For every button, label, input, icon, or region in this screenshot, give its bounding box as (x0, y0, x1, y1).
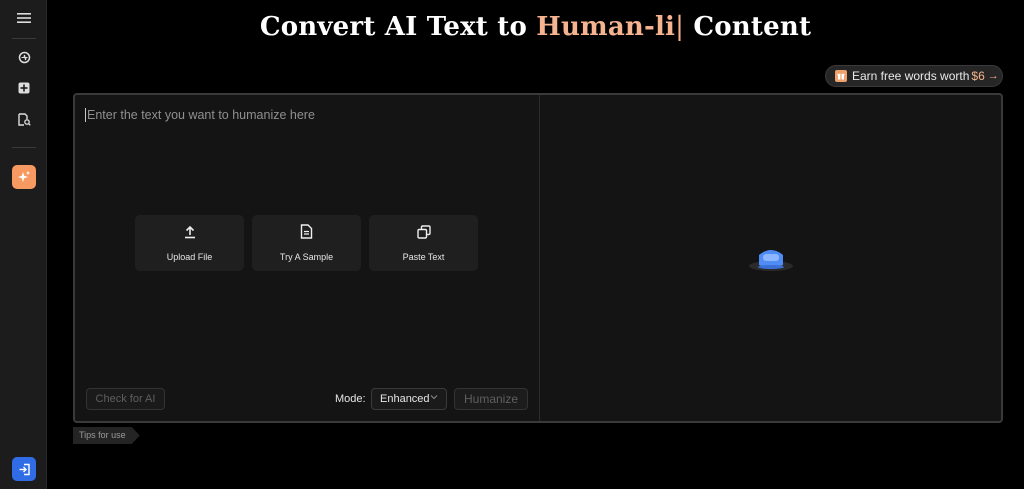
mode-select[interactable]: Enhanced (371, 388, 447, 410)
title-suffix: Content (684, 12, 812, 42)
earn-free-words-button[interactable]: Earn free words worth $6 → (825, 65, 1003, 87)
text-input[interactable]: Enter the text you want to humanize here (85, 108, 315, 122)
upload-file-button[interactable]: Upload File (135, 215, 244, 271)
try-sample-label: Try A Sample (279, 252, 334, 262)
sidebar (0, 0, 47, 489)
earn-text: Earn free words worth (852, 69, 970, 83)
document-search-icon[interactable] (12, 107, 36, 131)
page-title: Convert AI Text to Human-li| Content (47, 12, 1024, 42)
chevron-down-icon (430, 393, 438, 403)
gift-icon (835, 70, 847, 82)
title-accent: Human-li (536, 12, 676, 42)
check-for-ai-button[interactable]: Check for AI (86, 388, 165, 410)
title-cursor: | (675, 12, 685, 42)
paste-text-button[interactable]: Paste Text (369, 215, 478, 271)
title-prefix: Convert AI Text to (259, 12, 537, 42)
paste-text-label: Paste Text (402, 251, 445, 262)
mode-value: Enhanced (380, 393, 430, 405)
add-icon[interactable] (12, 76, 36, 100)
mode-label: Mode: (335, 393, 366, 405)
copy-icon (416, 224, 431, 244)
menu-icon[interactable] (12, 6, 36, 30)
robot-mascot-icon (747, 243, 795, 278)
login-icon[interactable] (12, 457, 36, 481)
humanizer-panel: Enter the text you want to humanize here… (73, 93, 1003, 423)
humanize-button[interactable]: Humanize (454, 388, 528, 410)
sparkle-icon[interactable] (12, 165, 36, 189)
document-icon (300, 224, 313, 244)
try-sample-button[interactable]: Try A Sample (252, 215, 361, 271)
input-pane[interactable]: Enter the text you want to humanize here… (75, 95, 539, 421)
upload-icon (183, 225, 197, 244)
upload-file-label: Upload File (166, 251, 213, 262)
sidebar-divider (12, 38, 36, 39)
arrow-right-icon: → (987, 70, 999, 82)
sidebar-divider (12, 147, 36, 148)
output-pane (539, 95, 1001, 421)
earn-amount: $6 (971, 69, 985, 83)
tips-for-use-button[interactable]: Tips for use (73, 427, 140, 444)
detector-icon[interactable] (12, 45, 36, 69)
